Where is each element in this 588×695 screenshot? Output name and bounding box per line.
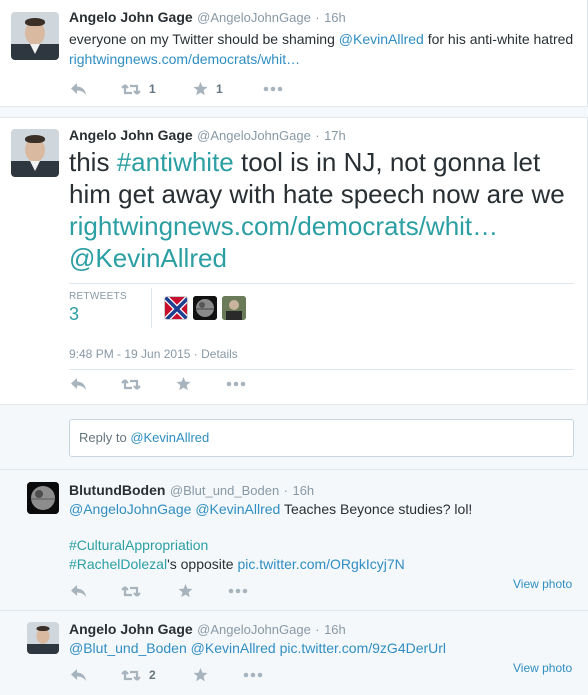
author-handle[interactable]: @AngeloJohnGage bbox=[197, 128, 311, 143]
view-photo-link[interactable]: View photo bbox=[513, 577, 572, 591]
divider bbox=[69, 283, 574, 284]
reply-icon[interactable] bbox=[71, 82, 121, 96]
tweet-time[interactable]: 16h bbox=[324, 10, 346, 25]
favorite-count: 1 bbox=[216, 82, 223, 96]
more-icon[interactable] bbox=[263, 86, 283, 92]
author-name[interactable]: BlutundBoden bbox=[69, 482, 165, 498]
separator-dot: · bbox=[315, 622, 320, 637]
star-icon[interactable] bbox=[178, 584, 228, 598]
separator-dot: · bbox=[283, 483, 289, 498]
retweet-button[interactable]: 1 bbox=[121, 82, 193, 96]
tweet-time[interactable]: 16h bbox=[292, 483, 314, 498]
tweet-text: @Blut_und_Boden @KevinAllred pic.twitter… bbox=[69, 638, 574, 658]
hashtag-link[interactable]: #antiwhite bbox=[117, 147, 234, 177]
retweets-count[interactable]: 3 bbox=[69, 304, 79, 325]
tweet-text: @AngeloJohnGage @KevinAllred Teaches Bey… bbox=[69, 501, 473, 517]
reply-area: Reply to @KevinAllred bbox=[0, 404, 588, 470]
divider bbox=[69, 369, 574, 370]
more-icon[interactable] bbox=[243, 672, 263, 678]
hashtag-line: #RachelDolezal's opposite pic.twitter.co… bbox=[69, 556, 405, 572]
retweets-label: RETWEETS bbox=[69, 291, 127, 302]
separator-dot: · bbox=[315, 10, 320, 25]
reply-input[interactable]: Reply to @KevinAllred bbox=[69, 419, 574, 457]
retweeter-avatar[interactable] bbox=[222, 296, 246, 320]
star-icon bbox=[193, 82, 208, 96]
retweet-icon[interactable] bbox=[121, 585, 178, 598]
retweeter-avatar[interactable] bbox=[164, 296, 188, 320]
reply-mention: @KevinAllred bbox=[130, 430, 210, 445]
hashtag-line: #CulturalAppropriation bbox=[69, 535, 574, 555]
tweet-1[interactable]: Angelo John Gage @AngeloJohnGage · 16h e… bbox=[0, 0, 588, 106]
tweet-time[interactable]: 17h bbox=[324, 128, 346, 143]
gap bbox=[0, 107, 588, 117]
tweet-text: everyone on my Twitter should be shaming… bbox=[69, 31, 574, 67]
details-link[interactable]: Details bbox=[201, 347, 238, 361]
retweet-count: 2 bbox=[149, 668, 156, 682]
tweet-timestamp[interactable]: 9:48 PM - 19 Jun 2015 bbox=[69, 347, 190, 361]
author-handle[interactable]: @AngeloJohnGage bbox=[197, 622, 311, 637]
author-handle[interactable]: @AngeloJohnGage bbox=[197, 10, 311, 25]
url-link[interactable]: rightwingnews.com/democrats/whit… bbox=[69, 51, 300, 67]
mention-link[interactable]: @Blut_und_Boden bbox=[69, 640, 187, 656]
tweet-2-expanded[interactable]: Angelo John Gage @AngeloJohnGage · 17h t… bbox=[0, 118, 588, 404]
more-icon[interactable] bbox=[226, 381, 246, 387]
tweet-time[interactable]: 16h bbox=[324, 622, 346, 637]
mention-link[interactable]: @AngeloJohnGage bbox=[69, 501, 191, 517]
retweeter-avatar[interactable] bbox=[193, 296, 217, 320]
avatar[interactable] bbox=[11, 129, 59, 177]
reply-tweet-1[interactable]: BlutundBoden @Blut_und_Boden · 16h @Ange… bbox=[0, 470, 588, 610]
hashtag-link[interactable]: #RachelDolezal bbox=[69, 556, 167, 572]
author-name[interactable]: Angelo John Gage bbox=[69, 9, 193, 25]
url-link[interactable]: rightwingnews.com/democrats/whit… bbox=[69, 211, 498, 241]
more-icon[interactable] bbox=[228, 588, 248, 594]
retweet-count: 1 bbox=[149, 82, 156, 96]
hashtag-link[interactable]: #CulturalAppropriation bbox=[69, 537, 208, 553]
reply-tweet-2[interactable]: Angelo John Gage @AngeloJohnGage · 16h @… bbox=[0, 611, 588, 695]
author-name[interactable]: Angelo John Gage bbox=[69, 127, 193, 143]
mention-link[interactable]: @KevinAllred bbox=[69, 243, 227, 273]
tweet-text: this #antiwhite tool is in NJ, not gonna… bbox=[69, 147, 565, 273]
mention-link[interactable]: @KevinAllred bbox=[191, 640, 276, 656]
mention-link[interactable]: @KevinAllred bbox=[195, 501, 280, 517]
pic-link[interactable]: pic.twitter.com/9zG4DerUrl bbox=[280, 640, 446, 656]
author-handle[interactable]: @Blut_und_Boden bbox=[170, 483, 279, 498]
favorite-button[interactable]: 1 bbox=[193, 82, 263, 96]
separator-dot: · bbox=[315, 128, 320, 143]
mention-link[interactable]: @KevinAllred bbox=[339, 31, 424, 47]
tweet-metadata: 9:48 PM - 19 Jun 2015 · Details bbox=[69, 347, 238, 361]
stats-separator bbox=[151, 288, 152, 328]
reply-icon[interactable] bbox=[71, 668, 121, 682]
reply-icon[interactable] bbox=[71, 584, 121, 598]
reply-icon[interactable] bbox=[71, 377, 121, 391]
author-name[interactable]: Angelo John Gage bbox=[69, 621, 193, 637]
star-icon[interactable] bbox=[176, 377, 226, 391]
pic-link[interactable]: pic.twitter.com/ORgkIcyj7N bbox=[237, 556, 404, 572]
retweet-icon bbox=[121, 669, 141, 681]
avatar[interactable] bbox=[11, 12, 59, 60]
retweet-icon[interactable] bbox=[121, 378, 176, 391]
avatar[interactable] bbox=[27, 622, 59, 654]
retweet-icon bbox=[121, 83, 141, 95]
retweet-button[interactable]: 2 bbox=[121, 668, 193, 682]
star-icon[interactable] bbox=[193, 668, 243, 682]
view-photo-link[interactable]: View photo bbox=[513, 661, 572, 675]
avatar[interactable] bbox=[27, 482, 59, 514]
